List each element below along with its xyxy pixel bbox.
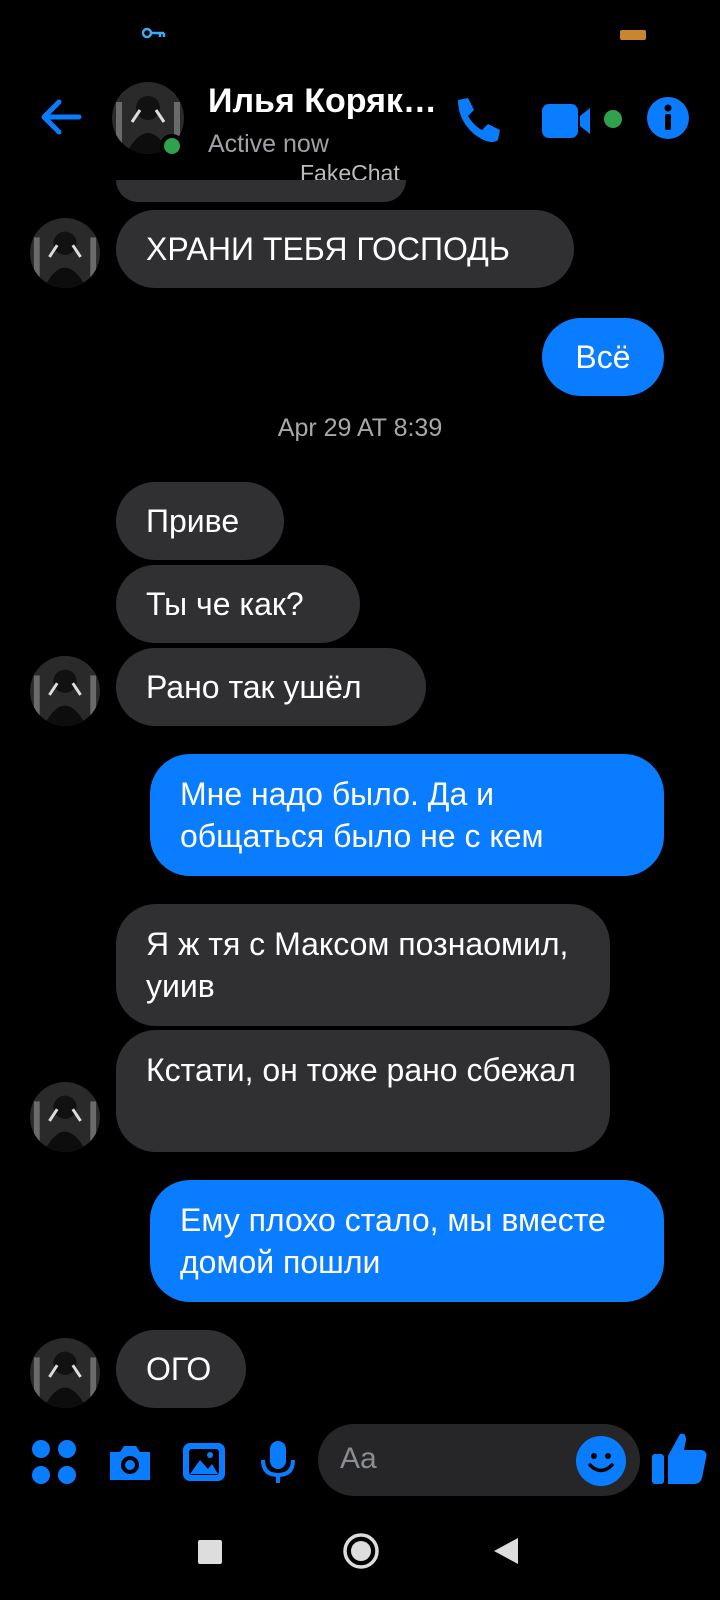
contact-name[interactable]: Илья Коряк…: [208, 82, 444, 121]
message-bubble-outgoing[interactable]: Ему плохо стало, мы вместе домой пошли: [150, 1180, 664, 1302]
nav-back-button[interactable]: [492, 1536, 520, 1566]
message-timestamp: Apr 29 AT 8:39: [277, 414, 443, 442]
phone-icon[interactable]: [450, 94, 502, 146]
back-button[interactable]: [36, 92, 86, 142]
video-active-dot: [604, 110, 622, 128]
active-status: Active now: [208, 130, 329, 158]
message-input-placeholder: Aa: [340, 1442, 377, 1475]
battery-icon: [620, 30, 646, 40]
recents-button[interactable]: [198, 1540, 222, 1564]
key-icon: [142, 27, 166, 39]
sender-avatar: [30, 656, 100, 726]
info-icon[interactable]: [646, 96, 690, 140]
sender-avatar: [30, 218, 100, 288]
message-bubble-outgoing[interactable]: Мне надо было. Да и общаться было не с к…: [150, 754, 664, 876]
message-bubble-incoming[interactable]: ОГО: [116, 1330, 246, 1408]
thumbs-up-icon[interactable]: [650, 1428, 710, 1488]
message-bubble-incoming[interactable]: Рано так ушёл: [116, 648, 426, 726]
message-bubble-incoming[interactable]: Ты че как?: [116, 565, 360, 643]
image-icon[interactable]: [180, 1438, 228, 1486]
message-bubble-outgoing[interactable]: Всё: [542, 318, 664, 396]
camera-icon[interactable]: [106, 1438, 154, 1486]
message-bubble-incoming[interactable]: Кстати, он тоже рано сбежал: [116, 1030, 610, 1152]
smiley-icon[interactable]: [576, 1436, 626, 1486]
sender-avatar: [30, 1082, 100, 1152]
message-bubble-incoming[interactable]: ХРАНИ ТЕБЯ ГОСПОДЬ: [116, 210, 574, 288]
four-dots-icon[interactable]: [30, 1438, 78, 1486]
message-bubble-incoming[interactable]: Я ж тя с Максом познаомил, уиив: [116, 904, 610, 1026]
video-camera-icon[interactable]: [542, 100, 600, 142]
sender-avatar: [30, 1338, 100, 1408]
online-indicator: [160, 134, 184, 158]
home-button[interactable]: [342, 1532, 380, 1570]
microphone-icon[interactable]: [254, 1438, 302, 1486]
message-bubble-incoming[interactable]: Приве: [116, 482, 284, 560]
partial-message-bubble: [116, 180, 406, 202]
back-arrow-icon: [41, 99, 82, 135]
